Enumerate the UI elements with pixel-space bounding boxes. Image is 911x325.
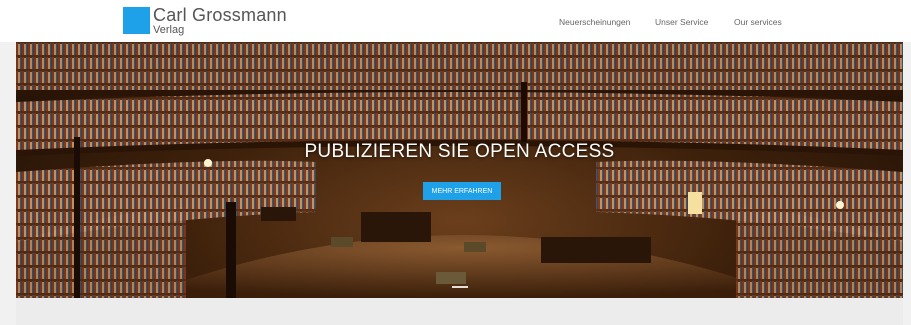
site-logo[interactable]: Carl Grossmann Verlag: [123, 6, 287, 36]
hero-banner: PUBLIZIEREN SIE OPEN ACCESS MEHR ERFAHRE…: [16, 42, 903, 298]
nav-item-unser-service[interactable]: Unser Service: [655, 17, 708, 27]
nav-item-our-services[interactable]: Our services: [734, 17, 782, 27]
mehr-erfahren-button[interactable]: MEHR ERFAHREN: [423, 182, 501, 200]
logo-square-icon: [123, 7, 150, 34]
logo-name: Carl Grossmann: [153, 5, 287, 25]
slider-indicator: [16, 286, 903, 288]
logo-text: Carl Grossmann Verlag: [153, 6, 287, 36]
nav-item-neuerscheinungen[interactable]: Neuerscheinungen: [559, 17, 630, 27]
content-area: [16, 298, 903, 325]
logo-subtitle: Verlag: [153, 24, 185, 36]
hero-title: PUBLIZIEREN SIE OPEN ACCESS: [304, 141, 615, 162]
slider-dot-active[interactable]: [451, 286, 468, 288]
site-header: Carl Grossmann Verlag Neuerscheinungen U…: [0, 0, 911, 42]
library-background-image: [16, 42, 903, 298]
